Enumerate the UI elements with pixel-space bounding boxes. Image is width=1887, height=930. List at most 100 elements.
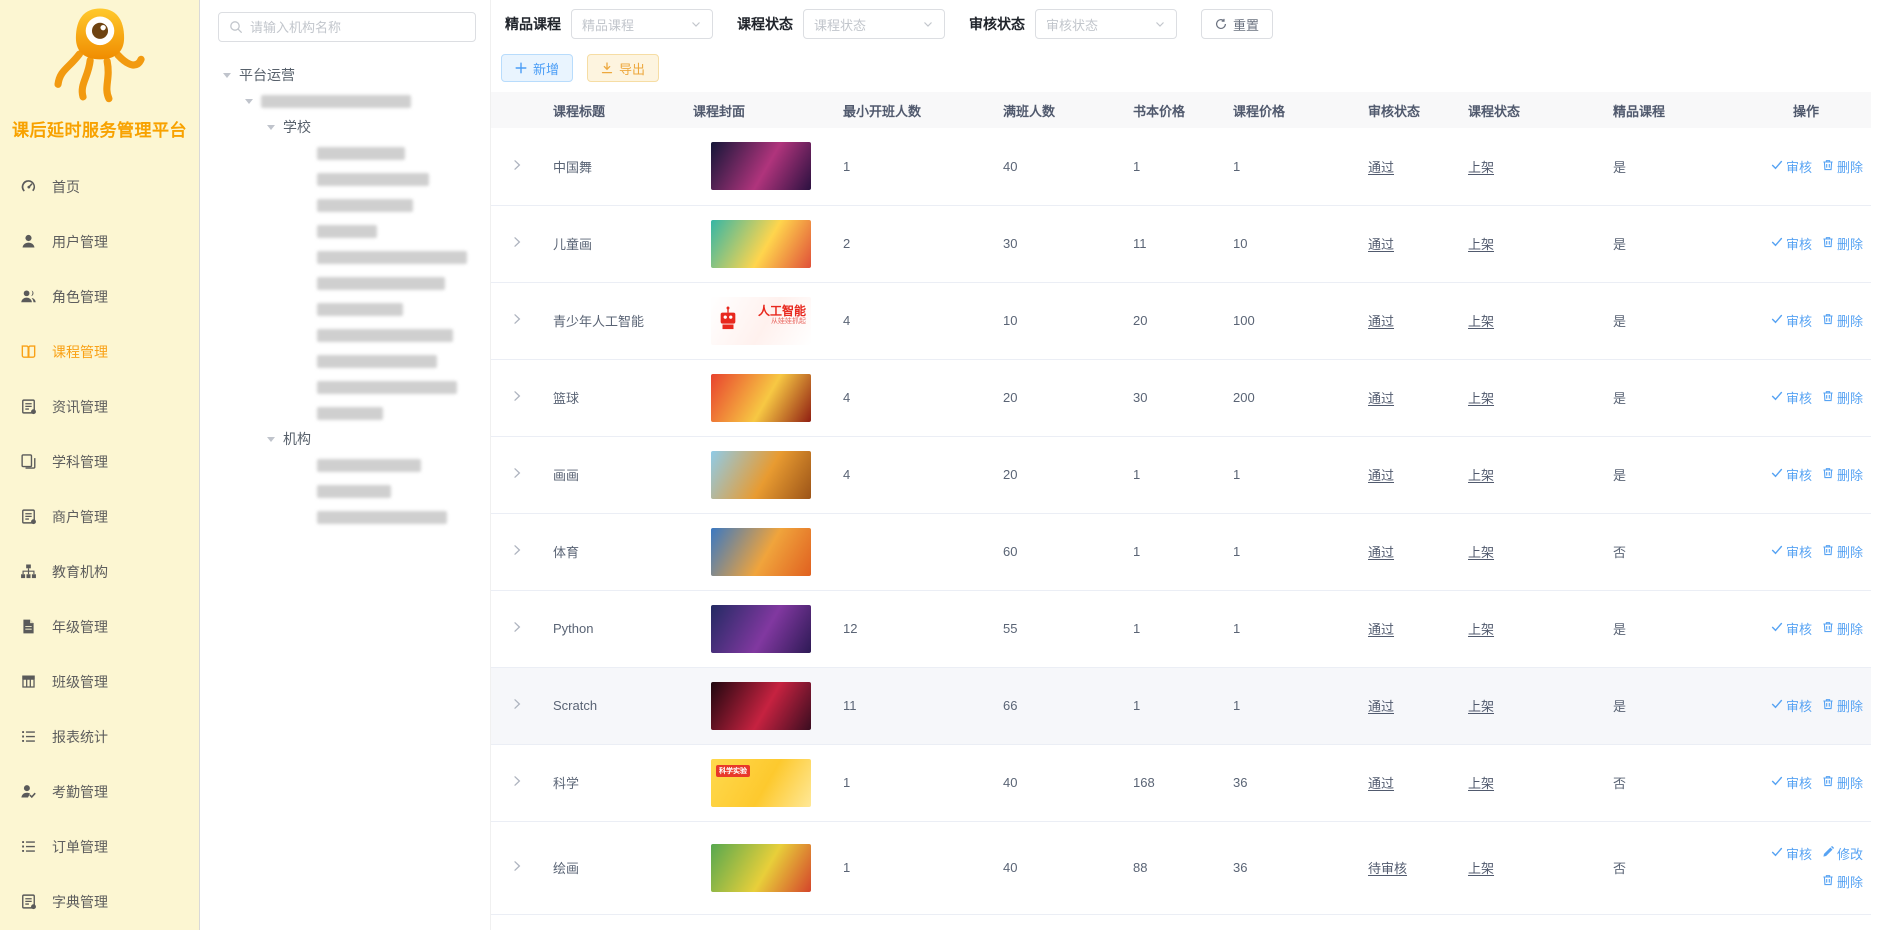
tree-node-school-redacted[interactable] — [200, 400, 490, 426]
course-status-link[interactable]: 上架 — [1468, 160, 1494, 175]
reset-button[interactable]: 重置 — [1201, 9, 1273, 39]
audit-status-link[interactable]: 通过 — [1368, 314, 1394, 329]
row-expand-icon[interactable] — [511, 390, 523, 402]
audit-status-link[interactable]: 通过 — [1368, 237, 1394, 252]
course-cover-image[interactable] — [711, 142, 811, 190]
course-status-link[interactable]: 上架 — [1468, 699, 1494, 714]
add-button[interactable]: 新增 — [501, 54, 573, 82]
sidebar-item-news[interactable]: 资讯管理 — [0, 379, 199, 434]
featured-select[interactable]: 精品课程 — [571, 9, 713, 39]
sidebar-item-users[interactable]: 角色管理 — [0, 269, 199, 324]
audit-action-link[interactable]: 审核 — [1771, 311, 1812, 330]
course-status-link[interactable]: 上架 — [1468, 545, 1494, 560]
course-status-select[interactable]: 课程状态 — [803, 9, 945, 39]
course-status-link[interactable]: 上架 — [1468, 391, 1494, 406]
audit-status-link[interactable]: 待审核 — [1368, 861, 1407, 876]
delete-action-link[interactable]: 删除 — [1822, 773, 1863, 792]
sidebar-item-copy[interactable]: 学科管理 — [0, 434, 199, 489]
tree-node-district-redacted[interactable] — [200, 88, 490, 114]
delete-action-link[interactable]: 删除 — [1822, 619, 1863, 638]
course-cover-image[interactable] — [711, 374, 811, 422]
tree-node-root[interactable]: 平台运营 — [200, 62, 490, 88]
course-status-link[interactable]: 上架 — [1468, 237, 1494, 252]
caret-down-icon[interactable] — [266, 434, 276, 444]
tree-node-school-redacted[interactable] — [200, 140, 490, 166]
audit-status-link[interactable]: 通过 — [1368, 391, 1394, 406]
audit-status-link[interactable]: 通过 — [1368, 622, 1394, 637]
tree-node-school-redacted[interactable] — [200, 322, 490, 348]
row-expand-icon[interactable] — [511, 236, 523, 248]
delete-action-link[interactable]: 删除 — [1822, 311, 1863, 330]
course-status-link[interactable]: 上架 — [1468, 314, 1494, 329]
sidebar-item-dashboard[interactable]: 首页 — [0, 159, 199, 214]
row-expand-icon[interactable] — [511, 860, 523, 872]
tree-node-school-redacted[interactable] — [200, 374, 490, 400]
course-cover-image[interactable] — [711, 528, 811, 576]
delete-action-link[interactable]: 删除 — [1822, 234, 1863, 253]
tree-node-org-redacted[interactable] — [200, 452, 490, 478]
delete-action-link[interactable]: 删除 — [1822, 542, 1863, 561]
course-cover-image[interactable]: 人工智能从娃娃抓起 — [711, 297, 811, 345]
sidebar-item-dict[interactable]: 字典管理 — [0, 874, 199, 929]
course-cover-image[interactable] — [711, 451, 811, 499]
row-expand-icon[interactable] — [511, 544, 523, 556]
sidebar-item-book[interactable]: 课程管理 — [0, 324, 199, 379]
tree-node-school-redacted[interactable] — [200, 192, 490, 218]
tree-node-school-redacted[interactable] — [200, 244, 490, 270]
tree-node-school-redacted[interactable] — [200, 270, 490, 296]
course-cover-image[interactable] — [711, 844, 811, 892]
sidebar-item-attendance[interactable]: 考勤管理 — [0, 764, 199, 819]
tree-node-org-redacted[interactable] — [200, 504, 490, 530]
edit-action-link[interactable]: 修改 — [1822, 844, 1863, 863]
tree-node-org-group[interactable]: 机构 — [200, 426, 490, 452]
audit-action-link[interactable]: 审核 — [1771, 157, 1812, 176]
audit-status-link[interactable]: 通过 — [1368, 776, 1394, 791]
course-cover-image[interactable] — [711, 220, 811, 268]
tree-node-school-group[interactable]: 学校 — [200, 114, 490, 140]
sidebar-item-merchant[interactable]: 商户管理 — [0, 489, 199, 544]
audit-action-link[interactable]: 审核 — [1771, 465, 1812, 484]
sidebar-item-report[interactable]: 报表统计 — [0, 709, 199, 764]
audit-action-link[interactable]: 审核 — [1771, 234, 1812, 253]
caret-down-icon[interactable] — [222, 70, 232, 80]
audit-action-link[interactable]: 审核 — [1771, 619, 1812, 638]
delete-action-link[interactable]: 删除 — [1822, 872, 1863, 891]
sidebar-item-order[interactable]: 订单管理 — [0, 819, 199, 874]
tree-node-school-redacted[interactable] — [200, 218, 490, 244]
row-expand-icon[interactable] — [511, 159, 523, 171]
tree-node-school-redacted[interactable] — [200, 296, 490, 322]
tree-node-school-redacted[interactable] — [200, 166, 490, 192]
audit-status-link[interactable]: 通过 — [1368, 160, 1394, 175]
audit-action-link[interactable]: 审核 — [1771, 388, 1812, 407]
sidebar-item-sitemap[interactable]: 教育机构 — [0, 544, 199, 599]
delete-action-link[interactable]: 删除 — [1822, 696, 1863, 715]
course-cover-image[interactable] — [711, 682, 811, 730]
course-status-link[interactable]: 上架 — [1468, 776, 1494, 791]
row-expand-icon[interactable] — [511, 775, 523, 787]
row-expand-icon[interactable] — [511, 621, 523, 633]
course-cover-image[interactable]: 科学实验 — [711, 759, 811, 807]
export-button[interactable]: 导出 — [587, 54, 659, 82]
tree-node-org-redacted[interactable] — [200, 478, 490, 504]
course-status-link[interactable]: 上架 — [1468, 861, 1494, 876]
audit-status-link[interactable]: 通过 — [1368, 699, 1394, 714]
delete-action-link[interactable]: 删除 — [1822, 388, 1863, 407]
sidebar-item-grid[interactable]: 班级管理 — [0, 654, 199, 709]
audit-action-link[interactable]: 审核 — [1771, 773, 1812, 792]
audit-status-link[interactable]: 通过 — [1368, 468, 1394, 483]
audit-action-link[interactable]: 审核 — [1771, 844, 1812, 863]
row-expand-icon[interactable] — [511, 313, 523, 325]
org-search-input[interactable] — [250, 20, 465, 35]
delete-action-link[interactable]: 删除 — [1822, 465, 1863, 484]
audit-status-select[interactable]: 审核状态 — [1035, 9, 1177, 39]
audit-action-link[interactable]: 审核 — [1771, 696, 1812, 715]
sidebar-item-file[interactable]: 年级管理 — [0, 599, 199, 654]
audit-action-link[interactable]: 审核 — [1771, 542, 1812, 561]
course-status-link[interactable]: 上架 — [1468, 468, 1494, 483]
course-status-link[interactable]: 上架 — [1468, 622, 1494, 637]
tree-node-school-redacted[interactable] — [200, 348, 490, 374]
row-expand-icon[interactable] — [511, 698, 523, 710]
caret-down-icon[interactable] — [266, 122, 276, 132]
caret-down-icon[interactable] — [244, 96, 254, 106]
audit-status-link[interactable]: 通过 — [1368, 545, 1394, 560]
